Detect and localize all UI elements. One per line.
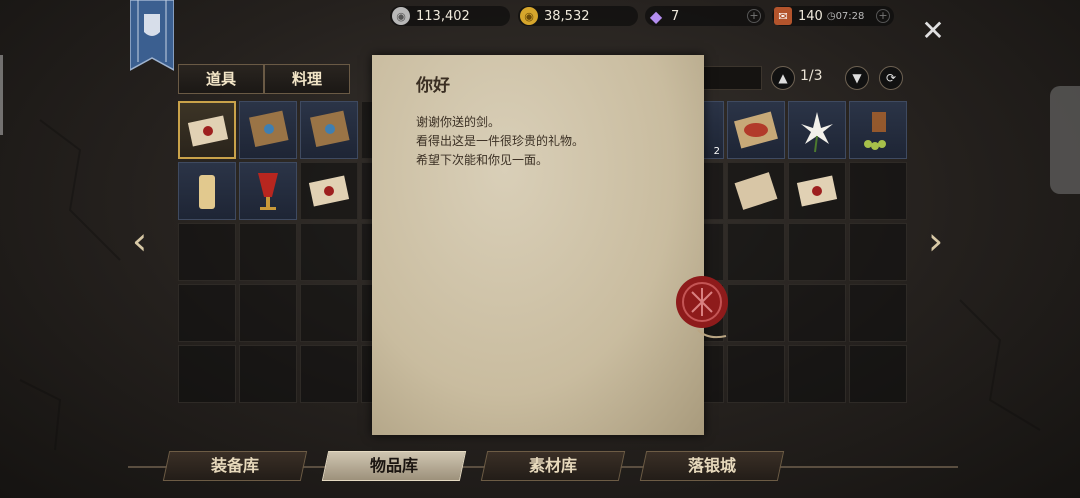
tome-icon xyxy=(310,110,350,148)
inventory-slot[interactable] xyxy=(849,345,907,403)
inventory-slot[interactable] xyxy=(788,162,846,220)
wine-and-grapes-icon xyxy=(864,112,886,150)
guild-banner-icon[interactable] xyxy=(130,0,174,78)
inventory-slot[interactable] xyxy=(727,162,785,220)
tab-food[interactable]: 料理 xyxy=(264,64,350,94)
gem-amount: 7 xyxy=(671,8,680,24)
add-stamina-button[interactable]: + xyxy=(876,9,890,23)
inventory-slot[interactable] xyxy=(727,101,785,159)
prev-arrow-icon[interactable]: ‹ xyxy=(132,222,154,260)
inventory-slot[interactable] xyxy=(788,223,846,281)
next-arrow-icon[interactable]: › xyxy=(928,222,950,260)
edge-indicator xyxy=(0,55,3,135)
gold-coin-icon: ◉ xyxy=(520,7,538,25)
inventory-slot[interactable] xyxy=(300,284,358,342)
inventory-slot[interactable] xyxy=(178,223,236,281)
letter-title: 你好 xyxy=(416,76,450,96)
inventory-slot[interactable] xyxy=(300,101,358,159)
sealed-letter-icon xyxy=(308,175,350,207)
page-down-button[interactable]: ▼ xyxy=(845,66,869,90)
inventory-slot[interactable] xyxy=(239,101,297,159)
tome-icon xyxy=(249,110,289,148)
letter-line: 看得出这是一件很珍贵的礼物。 xyxy=(416,134,585,148)
meat-dish-icon xyxy=(734,111,778,149)
stamina-icon: ✉ xyxy=(774,7,792,25)
inventory-slot[interactable] xyxy=(178,162,236,220)
close-icon[interactable]: ✕ xyxy=(920,17,946,45)
inventory-slot[interactable] xyxy=(849,284,907,342)
inventory-slot[interactable] xyxy=(849,162,907,220)
inventory-slot[interactable] xyxy=(239,345,297,403)
silver-counter: ◉ 113,402 xyxy=(390,6,510,26)
stamina-counter: ✉ 140 ◷07:28 + xyxy=(772,6,894,26)
inventory-slot[interactable] xyxy=(239,284,297,342)
inventory-slot[interactable] xyxy=(788,101,846,159)
gem-counter: ◆ 7 + xyxy=(645,6,765,26)
side-panel-handle[interactable] xyxy=(1050,86,1080,194)
item-quantity: 2 xyxy=(713,146,720,157)
letter-line: 谢谢你送的剑。 xyxy=(416,115,501,129)
red-goblet-icon xyxy=(258,173,278,210)
inventory-slot[interactable] xyxy=(849,101,907,159)
letter-body: 谢谢你送的剑。 看得出这是一件很珍贵的礼物。 希望下次能和你见一面。 xyxy=(416,113,584,170)
letter-line: 希望下次能和你见一面。 xyxy=(416,153,549,167)
letter-popup[interactable]: 你好 谢谢你送的剑。 看得出这是一件很珍贵的礼物。 希望下次能和你见一面。 xyxy=(372,55,704,435)
inventory-slot[interactable] xyxy=(300,223,358,281)
sealed-letter-icon xyxy=(187,115,229,147)
tab-city[interactable]: 落银城 xyxy=(639,451,785,481)
silver-amount: 113,402 xyxy=(416,8,470,24)
inventory-slot[interactable] xyxy=(178,284,236,342)
inventory-slot[interactable] xyxy=(178,101,236,159)
stamina-amount: 140 xyxy=(798,8,823,24)
diamond-icon: ◆ xyxy=(649,6,663,26)
silver-coin-icon: ◉ xyxy=(392,7,410,25)
refresh-icon[interactable]: ⟳ xyxy=(879,66,903,90)
sealed-letter-icon xyxy=(796,175,838,207)
gold-amount: 38,532 xyxy=(544,8,590,24)
lily-flower-icon xyxy=(801,112,833,153)
inventory-slot[interactable] xyxy=(727,345,785,403)
wax-seal-icon xyxy=(676,276,728,339)
inventory-slot[interactable] xyxy=(849,223,907,281)
tab-inventory[interactable]: 物品库 xyxy=(321,451,467,481)
page-up-button[interactable]: ▲ xyxy=(771,66,795,90)
inventory-slot[interactable] xyxy=(178,345,236,403)
tab-materials[interactable]: 素材库 xyxy=(480,451,626,481)
add-gem-button[interactable]: + xyxy=(747,9,761,23)
open-letter-icon xyxy=(734,172,778,210)
inventory-slot[interactable] xyxy=(239,162,297,220)
tab-items[interactable]: 道具 xyxy=(178,64,264,94)
tab-equipment[interactable]: 装备库 xyxy=(162,451,308,481)
inventory-slot[interactable] xyxy=(300,162,358,220)
inventory-slot[interactable] xyxy=(300,345,358,403)
page-indicator: 1/3 xyxy=(800,68,823,84)
stamina-timer: ◷07:28 xyxy=(826,10,865,22)
gold-counter: ◉ 38,532 xyxy=(518,6,638,26)
candle-icon xyxy=(199,175,215,209)
inventory-slot[interactable] xyxy=(788,345,846,403)
inventory-slot[interactable] xyxy=(788,284,846,342)
inventory-slot[interactable] xyxy=(239,223,297,281)
